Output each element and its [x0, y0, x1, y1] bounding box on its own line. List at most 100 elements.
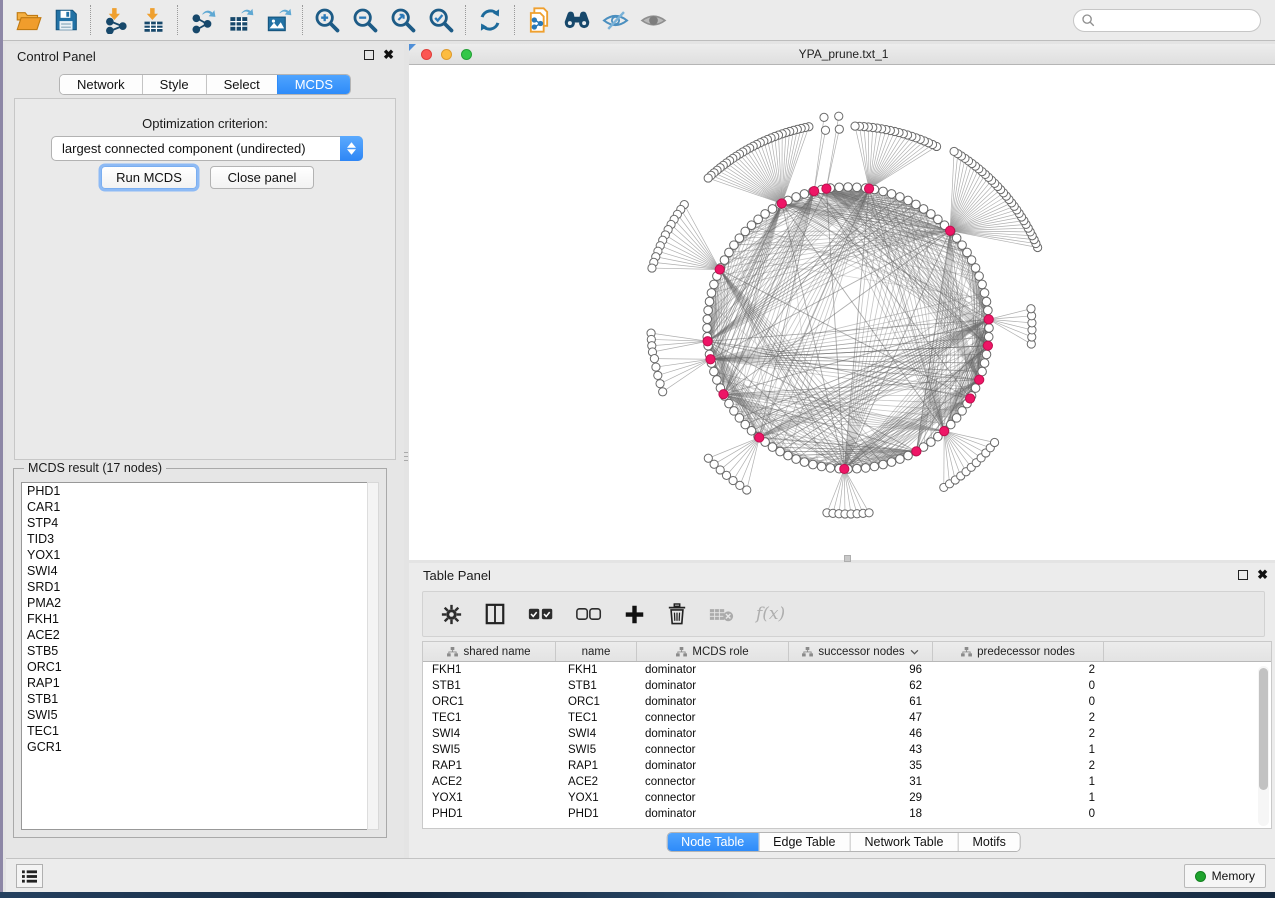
table-row[interactable]: STB1STB1dominator620 — [423, 678, 1271, 694]
network-node[interactable] — [975, 272, 984, 281]
network-node[interactable] — [967, 256, 976, 265]
network-node[interactable] — [984, 306, 993, 315]
table-row[interactable]: RAP1RAP1dominator352 — [423, 758, 1271, 774]
network-node[interactable] — [980, 289, 989, 298]
mcds-result-item[interactable]: RAP1 — [22, 675, 368, 691]
network-node[interactable] — [710, 367, 719, 376]
column-header-MCDS-role[interactable]: MCDS role — [637, 642, 789, 661]
network-node[interactable] — [912, 200, 921, 209]
network-node[interactable] — [792, 455, 801, 464]
network-node[interactable] — [826, 464, 835, 473]
find-button[interactable] — [558, 3, 596, 37]
network-node[interactable] — [887, 190, 896, 199]
mcds-node[interactable] — [983, 341, 992, 350]
float-panel-icon[interactable] — [364, 50, 374, 60]
network-node[interactable] — [720, 256, 729, 265]
column-header-name[interactable]: name — [556, 642, 637, 661]
close-panel-button[interactable]: Close panel — [210, 166, 314, 189]
table-row[interactable]: SWI5SWI5connector431 — [423, 742, 1271, 758]
tab-motifs[interactable]: Motifs — [957, 833, 1019, 851]
mcds-node[interactable] — [706, 355, 715, 364]
clone-network-button[interactable] — [520, 3, 558, 37]
column-view-icon[interactable] — [484, 603, 506, 625]
network-node[interactable] — [784, 451, 793, 460]
tab-node-table[interactable]: Node Table — [667, 833, 758, 851]
network-node[interactable] — [821, 126, 829, 134]
mcds-node[interactable] — [777, 199, 786, 208]
network-node[interactable] — [835, 183, 844, 192]
network-node[interactable] — [835, 125, 843, 133]
mcds-node[interactable] — [715, 265, 724, 274]
network-node[interactable] — [713, 376, 722, 385]
table-row[interactable]: TEC1TEC1connector472 — [423, 710, 1271, 726]
network-node[interactable] — [703, 324, 712, 333]
table-row[interactable]: YOX1YOX1connector291 — [423, 790, 1271, 806]
search-input[interactable] — [1073, 9, 1261, 32]
refresh-button[interactable] — [471, 3, 509, 37]
mcds-node[interactable] — [966, 394, 975, 403]
mcds-node[interactable] — [912, 447, 921, 456]
mcds-node[interactable] — [822, 184, 831, 193]
table-row[interactable]: ORC1ORC1dominator610 — [423, 694, 1271, 710]
mcds-result-item[interactable]: GCR1 — [22, 739, 368, 755]
network-node[interactable] — [705, 297, 714, 306]
network-node[interactable] — [861, 464, 870, 473]
mcds-result-item[interactable]: YOX1 — [22, 547, 368, 563]
export-image-button[interactable] — [259, 3, 297, 37]
deselect-all-icon[interactable] — [576, 607, 602, 621]
mcds-list-scrollbar[interactable] — [367, 482, 379, 830]
mcds-result-item[interactable]: STB5 — [22, 643, 368, 659]
tab-select[interactable]: Select — [206, 75, 277, 94]
memory-button[interactable]: Memory — [1184, 864, 1266, 888]
network-node[interactable] — [904, 196, 913, 205]
network-node[interactable] — [853, 183, 862, 192]
export-table-button[interactable] — [221, 3, 259, 37]
zoom-in-button[interactable] — [308, 3, 346, 37]
network-node[interactable] — [792, 193, 801, 202]
mcds-result-item[interactable]: FKH1 — [22, 611, 368, 627]
select-all-icon[interactable] — [528, 607, 554, 621]
mcds-node[interactable] — [984, 315, 993, 324]
table-scrollbar[interactable] — [1258, 666, 1269, 826]
network-node[interactable] — [704, 306, 713, 315]
mcds-result-item[interactable]: SWI4 — [22, 563, 368, 579]
network-node[interactable] — [982, 350, 991, 359]
task-history-button[interactable] — [16, 864, 43, 888]
splitter-grip-icon[interactable] — [844, 555, 851, 562]
add-column-icon[interactable] — [624, 604, 645, 625]
network-node[interactable] — [896, 193, 905, 202]
network-node[interactable] — [853, 464, 862, 473]
network-titlebar[interactable]: YPA_prune.txt_1 — [409, 44, 1275, 65]
network-node[interactable] — [710, 280, 719, 289]
network-node[interactable] — [768, 443, 777, 452]
mcds-result-item[interactable]: SRD1 — [22, 579, 368, 595]
tab-mcds[interactable]: MCDS — [277, 75, 350, 94]
save-session-button[interactable] — [47, 3, 85, 37]
network-node[interactable] — [851, 122, 859, 130]
network-node[interactable] — [919, 205, 928, 214]
show-all-button[interactable] — [634, 3, 672, 37]
column-header-shared-name[interactable]: shared name — [423, 642, 556, 661]
network-node[interactable] — [654, 371, 662, 379]
network-node[interactable] — [659, 388, 667, 396]
mcds-result-list[interactable]: PHD1CAR1STP4TID3YOX1SWI4SRD1PMA2FKH1ACE2… — [21, 482, 369, 830]
network-node[interactable] — [776, 447, 785, 456]
delete-icon[interactable] — [667, 603, 687, 625]
mcds-result-item[interactable]: ACE2 — [22, 627, 368, 643]
network-node[interactable] — [800, 190, 809, 199]
import-network-button[interactable] — [96, 3, 134, 37]
mcds-node[interactable] — [864, 184, 873, 193]
column-header-predecessor-nodes[interactable]: predecessor nodes — [933, 642, 1104, 661]
mcds-result-item[interactable]: STB1 — [22, 691, 368, 707]
network-node[interactable] — [978, 280, 987, 289]
import-table-button[interactable] — [134, 3, 172, 37]
zoom-fit-button[interactable] — [384, 3, 422, 37]
mcds-result-item[interactable]: TID3 — [22, 531, 368, 547]
network-node[interactable] — [703, 315, 712, 324]
mcds-result-item[interactable]: SWI5 — [22, 707, 368, 723]
network-node[interactable] — [809, 460, 818, 469]
tab-network[interactable]: Network — [60, 75, 142, 94]
zoom-out-button[interactable] — [346, 3, 384, 37]
network-node[interactable] — [844, 183, 853, 192]
mcds-result-item[interactable]: ORC1 — [22, 659, 368, 675]
